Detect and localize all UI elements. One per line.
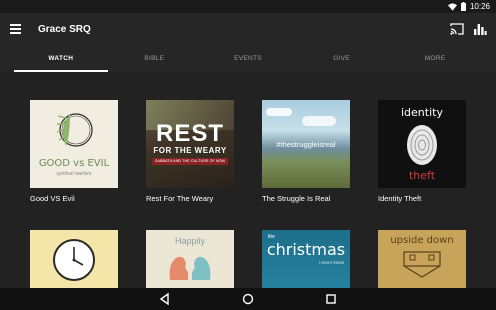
app-title: Grace SRQ	[38, 24, 91, 35]
sermon-card-good-vs-evil[interactable]: GOOD vs EVIL spiritual warfare Good VS E…	[30, 100, 120, 203]
tab-watch[interactable]: WATCH	[14, 47, 108, 72]
battery-icon	[460, 2, 466, 11]
wifi-icon	[447, 2, 457, 11]
sermon-card-identity-theft[interactable]: identity theft Identity Theft	[378, 100, 468, 203]
thumbnail-subtext: spiritual warfare	[56, 171, 92, 177]
sermon-title: Rest For The Weary	[146, 194, 214, 203]
sermon-thumbnail: #thestruggleisreal	[262, 100, 350, 188]
sermon-thumbnail: REST FOR THE WEARY SABBATH AND THE CULTU…	[146, 100, 234, 188]
thumbnail-subtext: i never knew	[318, 260, 344, 265]
thumbnail-text: REST	[155, 120, 224, 147]
sermon-title: The Struggle Is Real	[262, 194, 331, 203]
sermon-title: Good VS Evil	[30, 194, 75, 203]
sermon-card-rest[interactable]: REST FOR THE WEARY SABBATH AND THE CULTU…	[146, 100, 236, 203]
sermon-grid: GOOD vs EVIL spiritual warfare Good VS E…	[0, 72, 496, 310]
thumbnail-text: upside down	[390, 235, 454, 246]
sermon-card-struggle[interactable]: #thestruggleisreal The Struggle Is Real	[262, 100, 352, 203]
thumbnail-text: Happily	[174, 236, 205, 246]
system-nav-bar	[0, 288, 496, 310]
status-bar: 10:26	[0, 0, 496, 13]
tab-give[interactable]: GIVE	[295, 47, 389, 72]
thumbnail-subtitle: FOR THE WEARY	[153, 146, 227, 155]
thumbnail-text: identity	[401, 106, 443, 119]
thumbnail-subtext: SABBATH AND THE CULTURE OF NOW	[152, 158, 228, 165]
thumbnail-text: GOOD vs EVIL	[38, 158, 110, 169]
chart-bars-icon[interactable]	[473, 22, 487, 36]
sermon-thumbnail: identity theft	[378, 100, 466, 188]
sermon-thumbnail: GOOD vs EVIL spiritual warfare	[30, 100, 118, 188]
tab-more[interactable]: MORE	[388, 47, 482, 72]
back-icon[interactable]	[158, 292, 172, 306]
crown-of-thorns-icon	[56, 113, 93, 147]
couple-silhouette-icon	[169, 256, 211, 280]
home-icon[interactable]	[241, 292, 255, 306]
clock-icon	[53, 239, 95, 281]
sermon-title: Identity Theft	[378, 194, 422, 203]
thumbnail-text: #thestruggleisreal	[276, 140, 336, 149]
fingerprint-icon	[407, 125, 437, 165]
app-bar: Grace SRQ	[0, 13, 496, 47]
upside-down-house-icon	[403, 251, 441, 278]
thumbnail-title: christmas	[266, 240, 346, 259]
tab-events[interactable]: EVENTS	[201, 47, 295, 72]
thumbnail-subtext: theft	[408, 169, 436, 182]
status-time: 10:26	[469, 2, 490, 11]
cast-icon[interactable]	[450, 22, 464, 36]
menu-icon[interactable]	[10, 24, 22, 36]
recents-icon[interactable]	[324, 292, 338, 306]
tab-bar: WATCH BIBLE EVENTS GIVE MORE	[0, 47, 496, 72]
tab-bible[interactable]: BIBLE	[108, 47, 202, 72]
